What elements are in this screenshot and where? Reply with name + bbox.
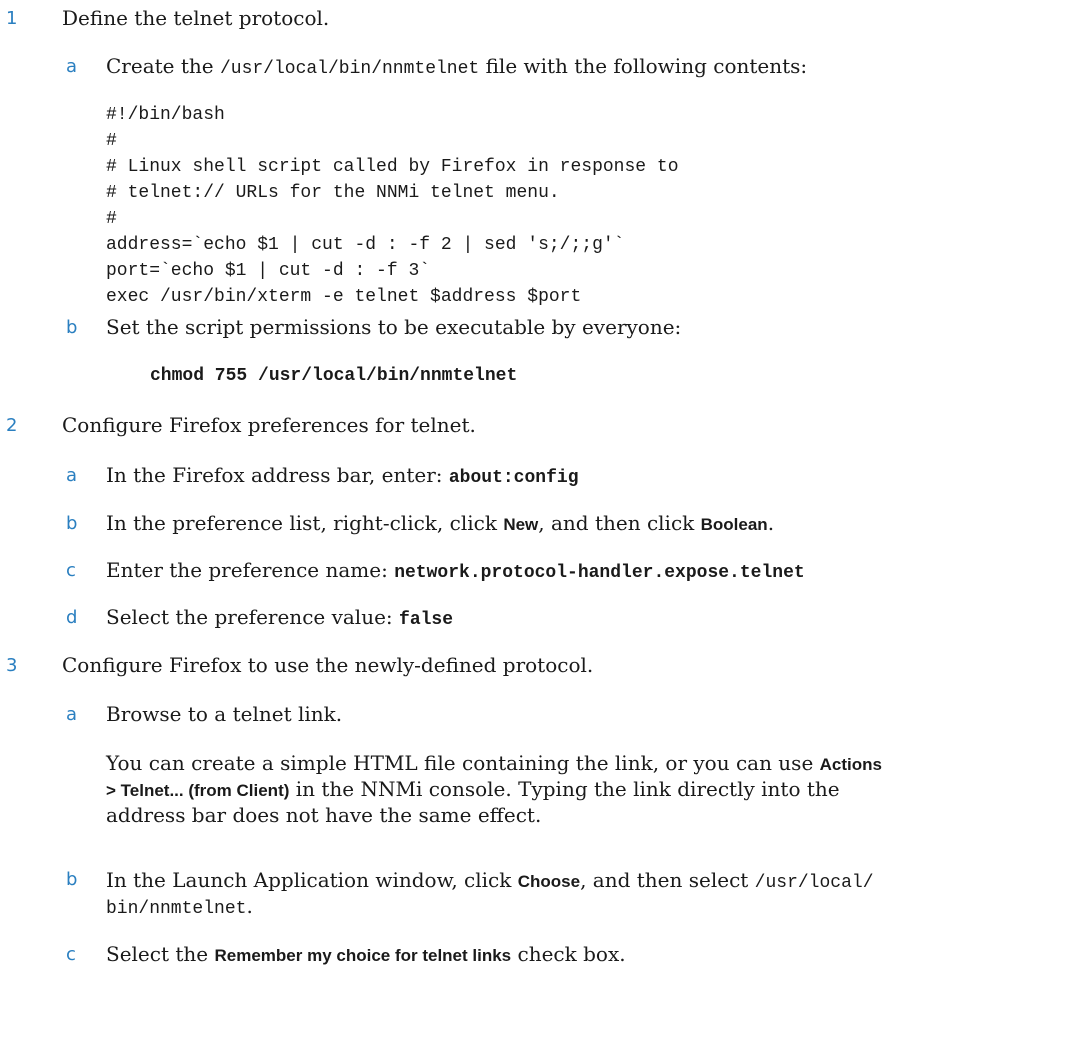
substep-1a-text: Create the /usr/local/bin/nnmtelnet file…	[106, 54, 808, 79]
file-path: /usr/local/bin/nnmtelnet	[219, 59, 480, 79]
substep-3b-letter: b	[66, 869, 78, 890]
step-number-2: 2	[6, 415, 18, 436]
substep-1b-letter: b	[66, 317, 78, 338]
step-number-1: 1	[6, 8, 18, 29]
choose-button-label: Choose	[517, 872, 581, 891]
file-path-part2: bin/nnmtelnet	[106, 899, 247, 919]
substep-2a-text: In the Firefox address bar, enter: about…	[106, 463, 579, 488]
substep-2b-letter: b	[66, 513, 78, 534]
substep-3a-text: Browse to a telnet link.	[106, 702, 343, 726]
substep-2c-text: Enter the preference name: network.proto…	[106, 558, 805, 583]
code-line: # Linux shell script called by Firefox i…	[106, 157, 679, 177]
substep-3a-letter: a	[66, 704, 78, 725]
substep-2c-letter: c	[66, 560, 76, 581]
substep-2a-letter: a	[66, 465, 78, 486]
code-line: #!/bin/bash	[106, 105, 225, 125]
code-line: #	[106, 131, 117, 151]
file-path-part1: /usr/local/	[754, 873, 874, 893]
substep-2d-text: Select the preference value: false	[106, 605, 454, 630]
code-line: exec /usr/bin/xterm -e telnet $address $…	[106, 287, 582, 307]
telnet-menu-path: > Telnet... (from Client)	[106, 781, 290, 800]
substep-2b-text: In the preference list, right-click, cli…	[106, 511, 775, 535]
code-line: address=`echo $1 | cut -d : -f 2 | sed '…	[106, 235, 625, 255]
chmod-command: chmod 755 /usr/local/bin/nnmtelnet	[150, 366, 518, 386]
remember-choice-label: Remember my choice for telnet links	[214, 946, 512, 965]
substep-1a-letter: a	[66, 56, 78, 77]
code-block: #!/bin/bash # # Linux shell script calle…	[106, 103, 679, 311]
boolean-menu-label: Boolean	[700, 515, 768, 534]
new-menu-label: New	[503, 515, 539, 534]
step-number-3: 3	[6, 655, 18, 676]
step-1-text: Define the telnet protocol.	[62, 6, 330, 30]
actions-menu-label: Actions	[819, 755, 882, 774]
code-line: # telnet:// URLs for the NNMi telnet men…	[106, 183, 560, 203]
substep-3a-paragraph: You can create a simple HTML file contai…	[106, 751, 882, 827]
preference-name: network.protocol-handler.expose.telnet	[394, 563, 805, 583]
substep-3b-text: In the Launch Application window, click …	[106, 868, 874, 919]
step-3-text: Configure Firefox to use the newly-defin…	[62, 653, 594, 677]
substep-3c-letter: c	[66, 944, 76, 965]
code-line: #	[106, 209, 117, 229]
substep-2d-letter: d	[66, 607, 78, 628]
step-2-text: Configure Firefox preferences for telnet…	[62, 413, 476, 437]
substep-1b-text: Set the script permissions to be executa…	[106, 315, 682, 339]
preference-value: false	[399, 610, 454, 630]
code-line: port=`echo $1 | cut -d : -f 3`	[106, 261, 431, 281]
about-config-command: about:config	[448, 468, 579, 488]
substep-3c-text: Select the Remember my choice for telnet…	[106, 942, 626, 966]
